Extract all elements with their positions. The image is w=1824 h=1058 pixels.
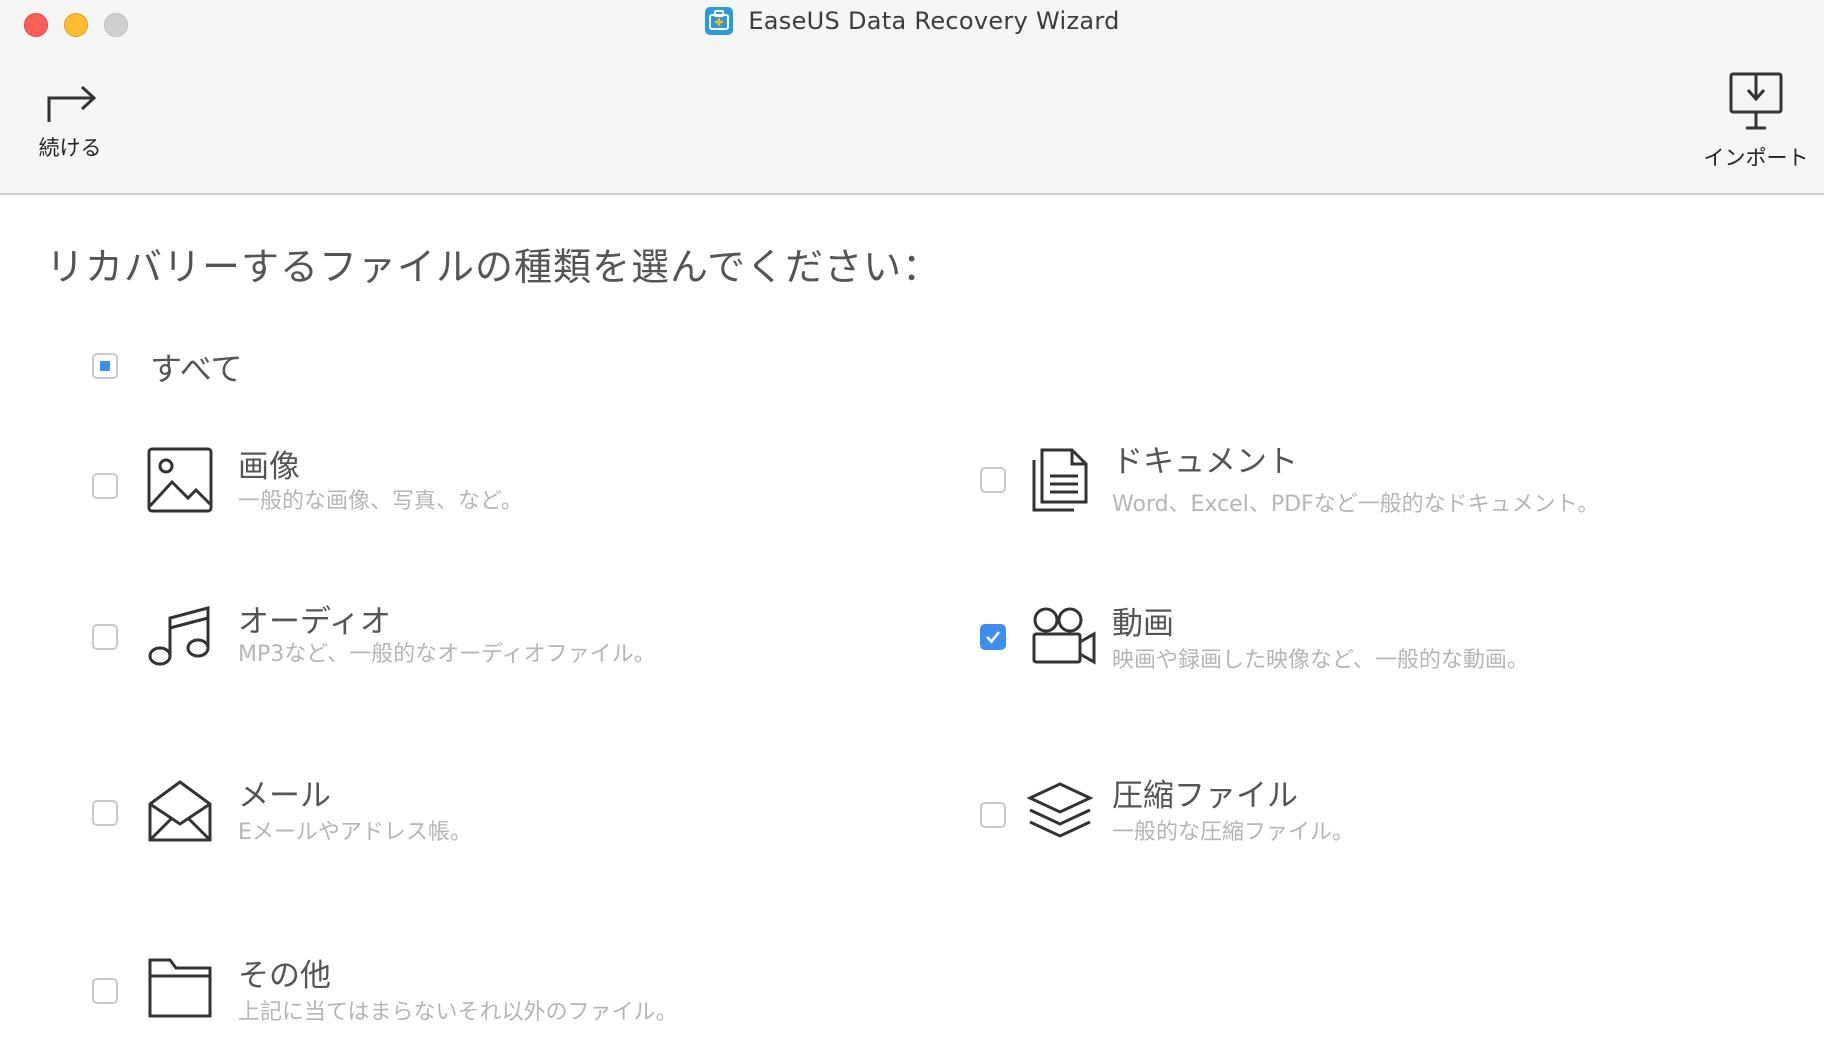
app-logo-icon (705, 7, 734, 35)
video-title: 動画 (1112, 606, 1174, 642)
music-note-icon (148, 606, 210, 666)
audio-checkbox[interactable] (92, 624, 118, 650)
email-title: メール (238, 778, 331, 814)
document-icon (1032, 448, 1088, 512)
video-description: 映画や録画した映像など、一般的な動画。 (1112, 648, 1529, 673)
title-bar: EaseUS Data Recovery Wizard (0, 4, 1824, 38)
archives-title: 圧縮ファイル (1112, 778, 1298, 814)
archives-description: 一般的な圧縮ファイル。 (1112, 820, 1355, 845)
window-title: EaseUS Data Recovery Wizard (748, 7, 1120, 35)
archives-checkbox[interactable] (980, 802, 1006, 828)
others-checkbox[interactable] (92, 978, 118, 1004)
images-description: 一般的な画像、写真、など。 (238, 489, 523, 514)
others-title: その他 (238, 958, 331, 994)
documents-checkbox[interactable] (980, 467, 1006, 493)
select-all-checkbox[interactable] (92, 353, 118, 379)
app-window: EaseUS Data Recovery Wizard 続ける インポート リカ… (0, 0, 1824, 1058)
email-description: Eメールやアドレス帳。 (238, 820, 472, 845)
documents-title: ドキュメント (1112, 444, 1298, 480)
folder-icon (148, 958, 212, 1018)
continue-button[interactable]: 続ける (30, 80, 110, 162)
layers-icon (1026, 782, 1094, 838)
import-button[interactable]: インポート (1698, 72, 1814, 172)
video-checkbox[interactable] (980, 624, 1006, 650)
checkmark-icon (986, 631, 1001, 644)
images-title: 画像 (238, 449, 300, 485)
import-icon (1729, 72, 1783, 130)
continue-label: 続ける (38, 136, 102, 160)
window-toolbar: EaseUS Data Recovery Wizard 続ける インポート (0, 0, 1824, 195)
email-checkbox[interactable] (92, 800, 118, 826)
audio-title: オーディオ (238, 604, 391, 640)
page-title: リカバリーするファイルの種類を選んでください： (46, 245, 942, 289)
video-camera-icon (1032, 607, 1096, 665)
forward-arrow-icon (47, 85, 97, 122)
select-all-label[interactable]: すべて (150, 344, 242, 390)
image-icon (147, 447, 213, 513)
import-label: インポート (1703, 146, 1809, 170)
documents-description: Word、Excel、PDFなど一般的なドキュメント。 (1112, 492, 1600, 517)
others-description: 上記に当てはまらないそれ以外のファイル。 (238, 1000, 678, 1025)
envelope-icon (148, 780, 212, 842)
images-checkbox[interactable] (92, 473, 118, 499)
audio-description: MP3など、一般的なオーディオファイル。 (238, 642, 656, 667)
